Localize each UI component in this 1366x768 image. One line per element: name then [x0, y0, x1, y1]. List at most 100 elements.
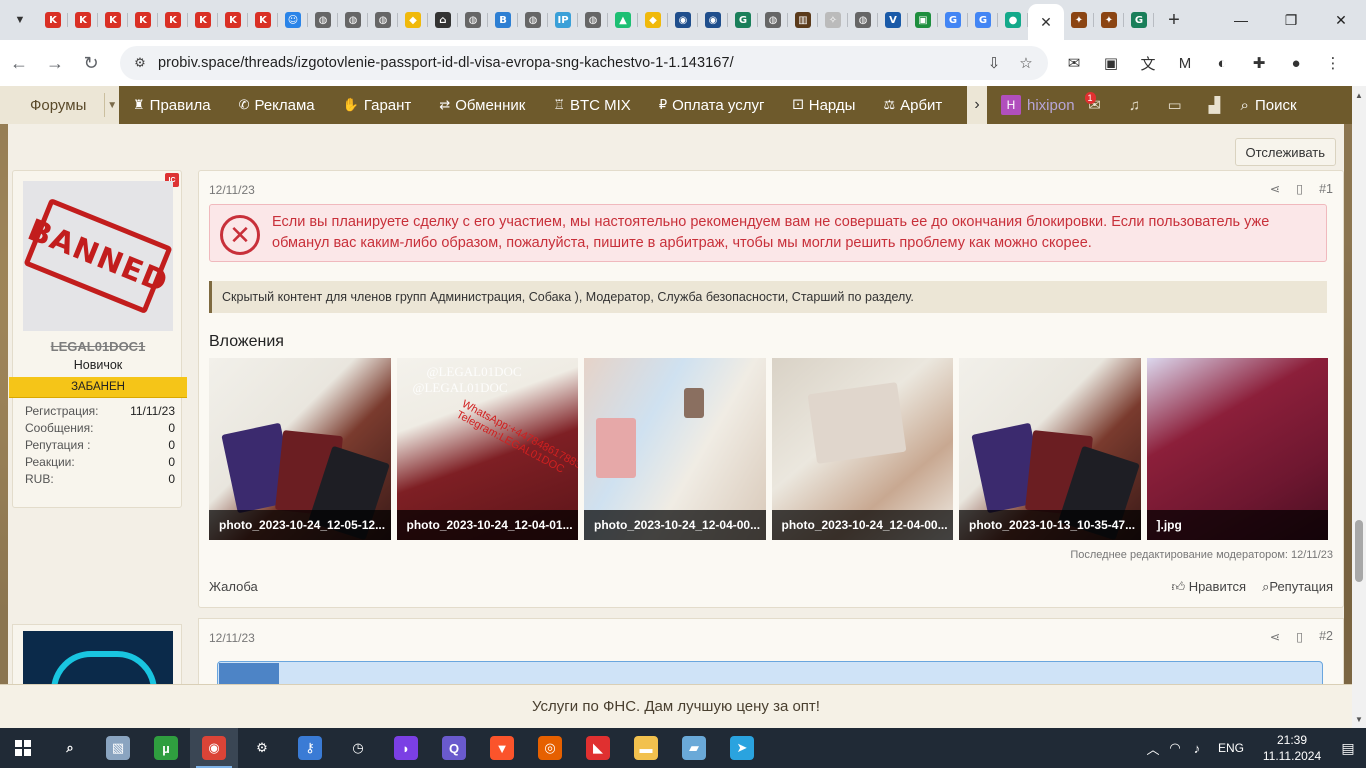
- reload-button[interactable]: ↻: [74, 46, 108, 80]
- clock[interactable]: 21:39 11.11.2024: [1254, 732, 1330, 764]
- taskbar-app[interactable]: ⌕: [46, 728, 94, 768]
- browser-tab[interactable]: ◍: [518, 4, 548, 36]
- browser-tab[interactable]: ●: [998, 4, 1028, 36]
- stats-button[interactable]: ▟: [1195, 86, 1235, 124]
- taskbar-app[interactable]: ▼: [478, 728, 526, 768]
- browser-tab[interactable]: ⌂: [428, 4, 458, 36]
- browser-tab[interactable]: B: [488, 4, 518, 36]
- menu-dots-icon[interactable]: ⋮: [1319, 48, 1347, 78]
- chevron-down-icon[interactable]: ▼: [104, 93, 119, 117]
- wifi-icon[interactable]: ◠: [1164, 728, 1186, 768]
- post-number[interactable]: #1: [1319, 182, 1333, 196]
- browser-tab[interactable]: ✧: [818, 4, 848, 36]
- avatar[interactable]: BANNED: [23, 181, 173, 331]
- attachment-thumbnail[interactable]: photo_2023-10-24_12-04-00...: [584, 358, 766, 540]
- download-to-device-icon[interactable]: ⇩: [982, 51, 1006, 75]
- minimize-button[interactable]: —: [1216, 0, 1266, 40]
- browser-tab[interactable]: ✦: [1064, 4, 1094, 36]
- inbox-button[interactable]: 1 ✉: [1075, 86, 1115, 124]
- nav-item-2[interactable]: ✆ Реклама: [225, 97, 329, 114]
- browser-tab[interactable]: ◍: [578, 4, 608, 36]
- browser-tab[interactable]: ▲: [608, 4, 638, 36]
- user-menu[interactable]: H hixipon: [1001, 95, 1075, 115]
- attachment-thumbnail[interactable]: ].jpg: [1146, 358, 1328, 540]
- browser-tab[interactable]: ◆: [398, 4, 428, 36]
- start-button[interactable]: [0, 728, 46, 768]
- attachment-thumbnail[interactable]: photo_2023-10-24_12-05-12...: [209, 358, 391, 540]
- browser-tab[interactable]: G: [728, 4, 758, 36]
- share-icon[interactable]: ⋖: [1270, 629, 1280, 644]
- browser-tab[interactable]: K: [248, 4, 278, 36]
- new-tab-button[interactable]: +: [1160, 6, 1188, 34]
- browser-tab[interactable]: K: [38, 4, 68, 36]
- scroll-down-arrow-icon[interactable]: ▼: [1352, 712, 1366, 726]
- taskbar-app[interactable]: µ: [142, 728, 190, 768]
- browser-tab[interactable]: G: [968, 4, 998, 36]
- nav-item-6[interactable]: ₽ Оплата услуг: [645, 97, 779, 114]
- post-date[interactable]: 12/11/23: [209, 631, 255, 645]
- browser-tab[interactable]: ◍: [848, 4, 878, 36]
- translate-icon[interactable]: 文: [1134, 48, 1162, 78]
- browser-tab[interactable]: ◍: [338, 4, 368, 36]
- screen-ext-icon[interactable]: ▣: [1097, 48, 1125, 78]
- taskbar-app[interactable]: ◉: [190, 728, 238, 768]
- browser-tab[interactable]: ▣: [908, 4, 938, 36]
- browser-tab[interactable]: ☺: [278, 4, 308, 36]
- url-text[interactable]: probiv.space/threads/izgotovlenie-passpo…: [158, 55, 734, 71]
- puzzle-icon[interactable]: ✚: [1245, 48, 1273, 78]
- browser-tab[interactable]: ◍: [368, 4, 398, 36]
- browser-tab[interactable]: ◍: [308, 4, 338, 36]
- taskbar-app[interactable]: ◎: [526, 728, 574, 768]
- browser-tab[interactable]: K: [98, 4, 128, 36]
- nav-item-1[interactable]: ♜ Правила: [119, 97, 225, 114]
- nav-item-7[interactable]: ⚀ Нарды: [778, 97, 869, 114]
- browser-tab[interactable]: ◍: [758, 4, 788, 36]
- mail-icon[interactable]: ✉: [1060, 48, 1088, 78]
- nav-item-5[interactable]: ♖ BTC MIX: [539, 97, 645, 114]
- post-date[interactable]: 12/11/23: [209, 183, 255, 197]
- restore-button[interactable]: ❐: [1266, 0, 1316, 40]
- page-scrollbar[interactable]: ▲ ▼: [1352, 86, 1366, 728]
- volume-icon[interactable]: ♪: [1186, 728, 1208, 768]
- close-window-button[interactable]: ✕: [1316, 0, 1366, 40]
- taskbar-app[interactable]: ➤: [718, 728, 766, 768]
- browser-tab[interactable]: K: [68, 4, 98, 36]
- browser-tab[interactable]: ▥: [788, 4, 818, 36]
- browser-tab[interactable]: K: [158, 4, 188, 36]
- taskbar-app[interactable]: ▧: [94, 728, 142, 768]
- taskbar-app[interactable]: Q: [430, 728, 478, 768]
- taskbar-app[interactable]: ⚷: [286, 728, 334, 768]
- search-button[interactable]: ⌕ Поиск: [1241, 97, 1297, 114]
- browser-tab[interactable]: ◆: [638, 4, 668, 36]
- tab-search-button[interactable]: ▼: [6, 6, 34, 34]
- like-button[interactable]: 👍︎ Нравится: [1171, 579, 1246, 595]
- follow-button[interactable]: Отслеживать: [1234, 138, 1336, 166]
- browser-tab[interactable]: IP: [548, 4, 578, 36]
- nav-item-3[interactable]: ✋ Гарант: [329, 97, 426, 114]
- taskbar-app[interactable]: ⚙: [238, 728, 286, 768]
- share-icon[interactable]: ⋖: [1270, 181, 1280, 196]
- browser-tab[interactable]: ◉: [698, 4, 728, 36]
- browser-tab[interactable]: K: [188, 4, 218, 36]
- taskbar-app[interactable]: ◣: [574, 728, 622, 768]
- nav-item-4[interactable]: ⇄ Обменник: [425, 97, 539, 114]
- chevron-up-icon[interactable]: ︿: [1142, 728, 1164, 768]
- notifications-icon[interactable]: ▤: [1330, 740, 1366, 757]
- browser-tab[interactable]: ✦: [1094, 4, 1124, 36]
- attachment-thumbnail[interactable]: @LEGAL01DOC @LEGAL01DOC WhatsApp:+447848…: [396, 358, 578, 540]
- browser-tab[interactable]: K: [218, 4, 248, 36]
- forums-menu[interactable]: Форумы ▼: [0, 86, 119, 124]
- browser-tab[interactable]: ◍: [458, 4, 488, 36]
- taskbar-app[interactable]: ◷: [334, 728, 382, 768]
- forward-button[interactable]: →: [38, 46, 72, 80]
- bookmark-star-icon[interactable]: ☆: [1014, 51, 1038, 75]
- bottom-ad-banner[interactable]: Услуги по ФНС. Дам лучшую цену за опт!: [0, 684, 1352, 728]
- attachment-thumbnail[interactable]: photo_2023-10-24_12-04-00...: [771, 358, 953, 540]
- scrollbar-thumb[interactable]: [1355, 520, 1363, 582]
- post-number[interactable]: #2: [1319, 629, 1333, 644]
- back-button[interactable]: ←: [2, 46, 36, 80]
- avatar[interactable]: [23, 631, 173, 684]
- site-info-icon[interactable]: ⚙: [128, 51, 152, 75]
- address-bar[interactable]: ⚙ probiv.space/threads/izgotovlenie-pass…: [120, 46, 1048, 80]
- scroll-up-arrow-icon[interactable]: ▲: [1352, 88, 1366, 102]
